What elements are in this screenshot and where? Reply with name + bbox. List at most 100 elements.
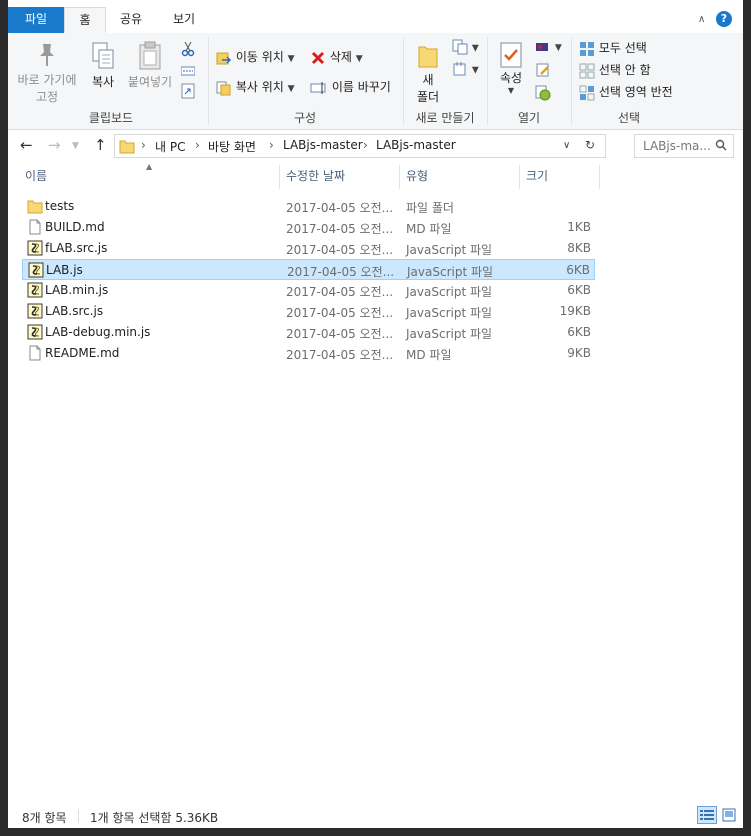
open-with-button[interactable]: ▼ [535, 39, 562, 54]
back-arrow-icon[interactable]: ← [20, 136, 33, 154]
column-header-size[interactable]: 크기 [520, 165, 600, 189]
ribbon-divider [403, 37, 404, 125]
file-date: 2017-04-05 오전... [286, 348, 394, 362]
file-type: JavaScript 파일 [406, 285, 493, 299]
move-to-button[interactable]: 이동 위치 ▼ [216, 48, 295, 66]
forward-arrow-icon[interactable]: → [48, 136, 61, 154]
copy-path-button[interactable] [181, 63, 195, 77]
item-count: 8개 항목 [22, 811, 67, 825]
invert-selection-button[interactable]: 선택 영역 반전 [579, 83, 673, 101]
navigation-bar: ← → ▼ ↑ › 내 PC › 바탕 화면 › LABjs-master › … [8, 130, 743, 162]
help-icon[interactable]: ? [716, 11, 732, 27]
new-folder-button[interactable]: 새 폴더 [411, 41, 445, 105]
address-bar[interactable]: › 내 PC › 바탕 화면 › LABjs-master › LABjs-ma… [114, 134, 606, 158]
collapse-ribbon-icon[interactable]: ∧ [698, 14, 705, 25]
script-icon [28, 262, 44, 281]
ribbon-divider [571, 37, 572, 125]
new-item-icon [452, 39, 468, 55]
file-size: 6KB [566, 263, 590, 277]
copy-path-icon [181, 66, 195, 75]
properties-check-icon [500, 42, 522, 68]
details-view-button[interactable] [697, 806, 717, 824]
search-box[interactable]: LABjs-ma... [634, 134, 734, 158]
tab-home[interactable]: 홈 [64, 7, 106, 33]
copy-to-icon [216, 81, 231, 95]
properties-label: 속성 [499, 71, 523, 85]
column-header-date[interactable]: 수정한 날짜 [280, 165, 400, 189]
script-icon [27, 282, 43, 301]
new-folder-label-2: 폴더 [416, 90, 440, 104]
document-icon [27, 345, 43, 364]
address-dropdown-chevron-icon[interactable]: ∨ [563, 140, 570, 151]
open-group-label: 열기 [517, 111, 541, 125]
rename-label: 이름 바꾸기 [331, 80, 391, 94]
folder-icon [27, 198, 43, 217]
dropdown-arrow-icon: ▼ [471, 65, 479, 76]
new-folder-icon [418, 46, 438, 68]
dropdown-arrow-icon: ▼ [507, 86, 515, 95]
file-size: 8KB [567, 241, 591, 255]
breadcrumb-labjs-master[interactable]: LABjs-master [376, 138, 456, 152]
tab-view[interactable]: 보기 [158, 7, 210, 33]
file-row[interactable]: fLAB.src.js 2017-04-05 오전... JavaScript 파일… [22, 238, 595, 259]
file-date: 2017-04-05 오전... [287, 265, 395, 279]
large-icons-view-button[interactable] [719, 806, 739, 824]
easy-access-button[interactable]: ▼ [452, 61, 479, 77]
file-row[interactable]: README.md 2017-04-05 오전... MD 파일 9KB [22, 343, 595, 364]
scissors-icon [181, 41, 195, 57]
file-row[interactable]: BUILD.md 2017-04-05 오전... MD 파일 1KB [22, 217, 595, 238]
dropdown-arrow-icon: ▼ [287, 54, 295, 64]
cut-button[interactable] [181, 41, 195, 57]
file-type: 파일 폴더 [406, 201, 454, 215]
file-name: LAB.js [46, 263, 83, 277]
folder-icon [119, 140, 135, 154]
ribbon: 바로 가기에 고정 복사 붙여넣기 클립보드 이동 위치 ▼ 복사 위치 ▼ 삭… [8, 33, 743, 130]
file-date: 2017-04-05 오전... [286, 327, 394, 341]
breadcrumb-separator: › [141, 138, 146, 152]
file-row[interactable]: LAB.min.js 2017-04-05 오전... JavaScript 파일 6… [22, 280, 595, 301]
select-none-button[interactable]: 선택 안 함 [579, 61, 651, 79]
file-size: 19KB [559, 304, 591, 318]
dropdown-arrow-icon: ▼ [554, 43, 562, 53]
script-icon [27, 240, 43, 259]
up-arrow-icon[interactable]: ↑ [94, 136, 107, 154]
file-name: tests [45, 199, 75, 213]
copy-button[interactable]: 복사 [86, 41, 120, 90]
column-header-type[interactable]: 유형 [400, 165, 520, 189]
invert-selection-icon [579, 85, 595, 100]
tab-file[interactable]: 파일 [8, 7, 64, 33]
invert-selection-label: 선택 영역 반전 [598, 85, 673, 99]
properties-button[interactable]: 속성 ▼ [495, 41, 527, 95]
column-header-name[interactable]: 이름 [19, 165, 280, 189]
tab-share[interactable]: 공유 [108, 7, 154, 33]
history-button[interactable] [535, 85, 551, 101]
select-all-button[interactable]: 모두 선택 [579, 39, 647, 57]
copy-to-button[interactable]: 복사 위치 ▼ [216, 78, 295, 96]
delete-button[interactable]: 삭제 ▼ [310, 48, 363, 66]
breadcrumb-separator: › [195, 138, 200, 152]
breadcrumb-this-pc[interactable]: 내 PC [155, 138, 185, 155]
file-type: JavaScript 파일 [406, 243, 493, 257]
refresh-icon[interactable]: ↻ [585, 138, 595, 152]
file-row[interactable]: LAB.src.js 2017-04-05 오전... JavaScript 파일 1… [22, 301, 595, 322]
organize-group-label: 구성 [293, 111, 317, 125]
recent-locations-chevron-icon[interactable]: ▼ [72, 141, 79, 151]
select-all-label: 모두 선택 [598, 41, 647, 55]
pin-quick-access-button[interactable]: 바로 가기에 고정 [16, 41, 78, 105]
edit-button[interactable] [535, 62, 551, 78]
rename-button[interactable]: 이름 바꾸기 [310, 78, 391, 96]
pin-label-line2: 고정 [35, 90, 59, 104]
new-item-button[interactable]: ▼ [452, 39, 479, 55]
paste-label: 붙여넣기 [127, 75, 173, 89]
file-date: 2017-04-05 오전... [286, 201, 394, 215]
pin-label-line1: 바로 가기에 [17, 73, 77, 87]
file-row[interactable]: LAB-debug.min.js 2017-04-05 오전... JavaScri… [22, 322, 595, 343]
paste-button[interactable]: 붙여넣기 [124, 41, 176, 90]
breadcrumb-labjs-master-parent[interactable]: LABjs-master [283, 138, 363, 152]
file-row[interactable]: LAB.js 2017-04-05 오전... JavaScript 파일 6KB [22, 259, 595, 280]
clipboard-group-label: 클립보드 [88, 111, 134, 125]
file-row[interactable]: tests 2017-04-05 오전... 파일 폴더 [22, 196, 595, 217]
breadcrumb-desktop[interactable]: 바탕 화면 [208, 138, 256, 155]
paste-shortcut-button[interactable] [181, 83, 195, 99]
file-name: README.md [45, 346, 120, 360]
